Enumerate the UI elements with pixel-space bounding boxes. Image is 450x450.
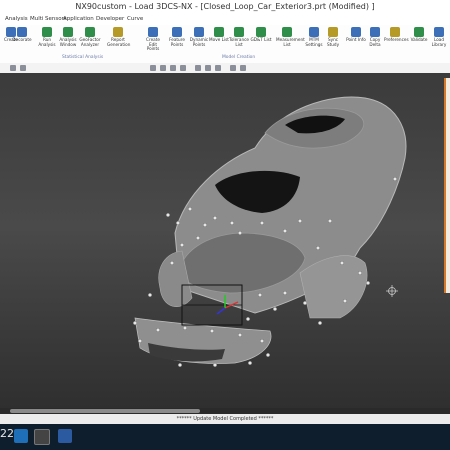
run-analysis-icon bbox=[42, 27, 52, 37]
create-edit-points-button[interactable]: Create Edit Points bbox=[142, 27, 164, 52]
crosshair-icon bbox=[386, 285, 398, 297]
ribbon-toolbar: Create Decorate Run Analysis Analysis Wi… bbox=[0, 25, 450, 64]
tolerance-list-button[interactable]: Tolerance List bbox=[228, 27, 250, 47]
edit-points-icon bbox=[148, 27, 158, 37]
validate-button[interactable]: Validate bbox=[408, 27, 430, 43]
snap-icon[interactable] bbox=[150, 65, 156, 71]
measurement-list-label: Measurement List bbox=[276, 37, 305, 47]
report-label: Report Generation bbox=[107, 37, 131, 47]
graphics-viewport[interactable] bbox=[0, 73, 450, 415]
feature-points-button[interactable]: Feature Points bbox=[166, 27, 188, 47]
load-library-label: Load Library bbox=[431, 37, 447, 47]
dynamic-points-button[interactable]: Dynamic Points bbox=[188, 27, 210, 47]
geofactor-analyzer-button[interactable]: GeoFactor Analyzer bbox=[79, 27, 101, 47]
menu-application[interactable]: Application bbox=[63, 16, 94, 22]
preferences-button[interactable]: Preferences bbox=[384, 27, 409, 43]
menu-curve[interactable]: Curve bbox=[127, 16, 143, 22]
menu-bar: Analysis Multi Sensors Application Devel… bbox=[0, 15, 450, 25]
validate-icon bbox=[414, 27, 424, 37]
gdt-list-icon bbox=[256, 27, 266, 37]
menu-analysis[interactable]: Analysis bbox=[5, 16, 28, 22]
status-message: ****** Update Model Completed ****** bbox=[176, 416, 274, 422]
taskbar-terminal-icon[interactable] bbox=[34, 429, 50, 445]
view-icon[interactable] bbox=[205, 65, 211, 71]
run-analysis-button[interactable]: Run Analysis bbox=[36, 27, 58, 47]
move-list-button[interactable]: Move List bbox=[208, 27, 230, 43]
window-title: NX90custom - Load 3DCS-NX - [Closed_Loop… bbox=[75, 2, 375, 11]
car-model bbox=[132, 96, 407, 368]
group-statistical-analysis: Statistical Analysis bbox=[62, 55, 104, 60]
move-list-label: Move List bbox=[209, 37, 229, 42]
render-icon[interactable] bbox=[230, 65, 236, 71]
analysis-window-icon bbox=[63, 27, 73, 37]
edit-points-label: Create Edit Points bbox=[146, 37, 160, 52]
analysis-window-button[interactable]: Analysis Window bbox=[57, 27, 79, 47]
taskbar-app-icon[interactable] bbox=[14, 429, 28, 443]
sync-study-label: Sync Study bbox=[326, 37, 340, 47]
sync-study-icon bbox=[328, 27, 338, 37]
run-analysis-label: Run Analysis bbox=[38, 37, 56, 47]
point-info-icon bbox=[351, 27, 361, 37]
move-list-icon bbox=[214, 27, 224, 37]
filter-icon[interactable] bbox=[10, 65, 16, 71]
dynamic-points-icon bbox=[194, 27, 204, 37]
copy-delta-label: Copy Delta bbox=[369, 37, 381, 47]
decorate-label: Decorate bbox=[12, 37, 32, 42]
decorate-icon bbox=[17, 27, 27, 37]
gdt-list-button[interactable]: GD&T List bbox=[250, 27, 272, 43]
geofactor-label: GeoFactor Analyzer bbox=[79, 37, 101, 47]
tolerance-list-icon bbox=[234, 27, 244, 37]
title-bar: NX90custom - Load 3DCS-NX - [Closed_Loop… bbox=[0, 0, 450, 16]
decorate-button[interactable]: Decorate bbox=[11, 27, 33, 43]
taskbar-nx-icon[interactable] bbox=[58, 429, 72, 443]
report-icon bbox=[113, 27, 123, 37]
scrollbar-thumb[interactable] bbox=[10, 409, 200, 413]
measurement-list-button[interactable]: Measurement List bbox=[276, 27, 305, 47]
copy-delta-icon bbox=[370, 27, 380, 37]
validate-label: Validate bbox=[410, 37, 428, 42]
preferences-label: Preferences bbox=[384, 37, 409, 42]
load-library-button[interactable]: Load Library bbox=[428, 27, 450, 47]
tolerance-list-label: Tolerance List bbox=[229, 37, 249, 47]
gdt-list-label: GD&T List bbox=[250, 37, 272, 42]
feature-points-label: Feature Points bbox=[169, 37, 185, 47]
report-generation-button[interactable]: Report Generation bbox=[107, 27, 131, 47]
taskbar-clock: 22 bbox=[0, 427, 14, 440]
view-icon[interactable] bbox=[195, 65, 201, 71]
load-library-icon bbox=[434, 27, 444, 37]
menu-multi[interactable]: Multi bbox=[30, 16, 43, 22]
resource-bar-panel[interactable] bbox=[444, 78, 450, 293]
feature-points-icon bbox=[172, 27, 182, 37]
dynamic-points-label: Dynamic Points bbox=[189, 37, 209, 47]
view-icon[interactable] bbox=[215, 65, 221, 71]
measurement-list-icon bbox=[282, 27, 292, 37]
snap-icon[interactable] bbox=[160, 65, 166, 71]
render-icon[interactable] bbox=[240, 65, 246, 71]
sync-study-button[interactable]: Sync Study bbox=[322, 27, 344, 47]
analysis-window-label: Analysis Window bbox=[59, 37, 77, 47]
copy-delta-button[interactable]: Copy Delta bbox=[364, 27, 386, 47]
group-model-creation: Model Creation bbox=[222, 55, 256, 60]
preferences-icon bbox=[390, 27, 400, 37]
snap-icon[interactable] bbox=[180, 65, 186, 71]
menu-developer[interactable]: Developer bbox=[96, 16, 124, 22]
mtm-settings-icon bbox=[309, 27, 319, 37]
snap-icon[interactable] bbox=[170, 65, 176, 71]
geofactor-icon bbox=[85, 27, 95, 37]
dropdown-icon[interactable] bbox=[20, 65, 26, 71]
taskbar: 22 bbox=[0, 424, 450, 450]
coordinate-axis-z bbox=[216, 307, 226, 315]
status-bar: ****** Update Model Completed ****** bbox=[0, 414, 450, 424]
